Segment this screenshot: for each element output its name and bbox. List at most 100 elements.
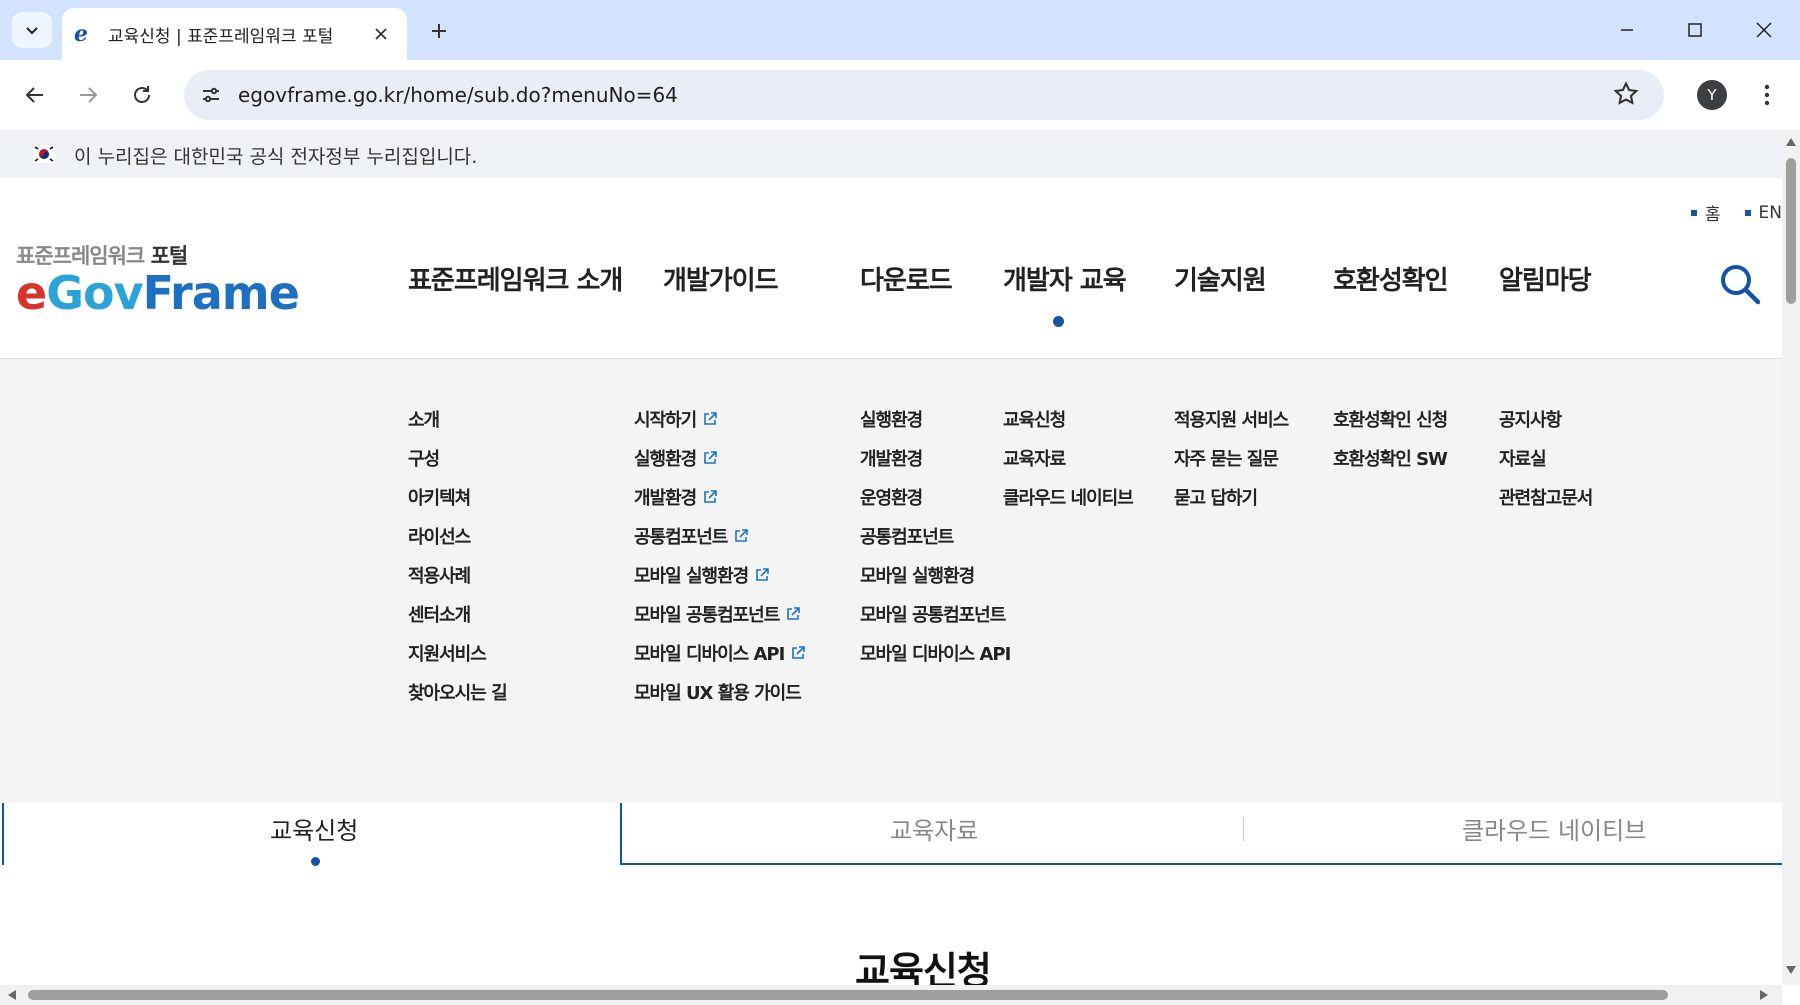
mega-link[interactable]: 실행환경 (634, 438, 806, 477)
browser-tab-active[interactable]: e 교육신청 | 표준프레임워크 포털 (62, 8, 407, 60)
new-tab-button[interactable] (422, 14, 456, 48)
mega-link[interactable]: 자료실 (1499, 438, 1592, 477)
star-icon (1613, 81, 1639, 105)
mega-col-intro: 소개구성아키텍쳐라이선스 적용사례센터소개지원서비스 찾아오시는 길 (408, 399, 508, 711)
close-window-button[interactable] (1741, 12, 1787, 48)
reload-button[interactable] (124, 77, 160, 113)
tab-edu-apply[interactable]: 교육신청 (2, 803, 622, 866)
english-link[interactable]: EN (1744, 200, 1782, 225)
home-link[interactable]: 홈 (1690, 200, 1721, 225)
mega-link-label: 센터소개 (408, 604, 471, 626)
profile-avatar[interactable]: Y (1697, 80, 1727, 110)
gnb-item-compat[interactable]: 호환성확인 (1333, 260, 1449, 297)
mega-link-label: 실행환경 (860, 409, 923, 431)
gnb-item-dev-guide[interactable]: 개발가이드 (663, 260, 779, 297)
mega-link[interactable]: 모바일 실행환경 (860, 555, 1010, 594)
tab-edu-apply-label: 교육신청 (270, 817, 359, 845)
mega-link[interactable]: 호환성확인 SW (1333, 438, 1448, 477)
arrow-right-icon (80, 87, 98, 103)
url-text[interactable]: egovframe.go.kr/home/sub.do?menuNo=64 (238, 83, 678, 107)
mega-link[interactable]: 모바일 디바이스 API (860, 633, 1011, 672)
mega-col-tech-support: 적용지원 서비스자주 묻는 질문 묻고 답하기 (1174, 399, 1289, 516)
chevron-down-icon (26, 27, 38, 35)
gnb-item-education[interactable]: 개발자 교육 (1003, 260, 1127, 297)
mega-link[interactable]: 구성 (408, 438, 507, 477)
close-tab-button[interactable] (369, 22, 393, 46)
mega-link[interactable]: 모바일 UX 활용 가이드 (634, 672, 806, 711)
mega-link[interactable]: 운영환경 (860, 477, 1010, 516)
close-icon (375, 28, 387, 40)
tab-edu-materials[interactable]: 교육자료 (890, 811, 978, 846)
mega-link[interactable]: 적용사례 (408, 555, 507, 594)
tab-title: 교육신청 | 표준프레임워크 포털 (108, 26, 334, 47)
mega-link[interactable]: 센터소개 (408, 594, 507, 633)
bookmark-button[interactable] (1612, 80, 1640, 112)
forward-button[interactable] (70, 77, 106, 113)
mega-link[interactable]: 지원서비스 (408, 633, 507, 672)
ie-favicon-icon: e (74, 21, 88, 47)
mega-link-label: 모바일 디바이스 API (634, 643, 785, 665)
browser-menu-button[interactable] (1752, 77, 1782, 113)
vertical-scroll-thumb[interactable] (1786, 158, 1796, 304)
tab-search-button[interactable] (12, 12, 52, 48)
mega-link[interactable]: 실행환경 (860, 399, 1010, 438)
tab-cloud-native[interactable]: 클라우드 네이티브 (1462, 811, 1646, 846)
arrow-left-icon (25, 87, 43, 103)
mega-link[interactable]: 적용지원 서비스 (1174, 399, 1289, 438)
mega-link[interactable]: 아키텍쳐 (408, 477, 507, 516)
mega-link[interactable]: 호환성확인 신청 (1333, 399, 1448, 438)
back-button[interactable] (17, 77, 53, 113)
mega-link-label: 모바일 공통컴포넌트 (634, 604, 780, 626)
mega-link[interactable]: 모바일 공통컴포넌트 (634, 594, 806, 633)
mega-link[interactable]: 모바일 공통컴포넌트 (860, 594, 1010, 633)
gnb-item-tech-support[interactable]: 기술지원 (1174, 260, 1267, 297)
maximize-button[interactable] (1672, 12, 1718, 48)
mega-link[interactable]: 개발환경 (860, 438, 1010, 477)
gnb-item-intro[interactable]: 표준프레임워크 소개 (408, 260, 623, 297)
mega-link[interactable]: 찾아오시는 길 (408, 672, 508, 711)
mega-link[interactable]: 공통컴포넌트 (634, 516, 806, 555)
gnb-item-notice[interactable]: 알림마당 (1499, 260, 1592, 297)
mega-link[interactable]: 소개 (408, 399, 507, 438)
mega-link[interactable]: 관련참고문서 (1499, 477, 1593, 516)
vertical-scrollbar[interactable] (1782, 130, 1800, 985)
page-viewport: 이 누리집은 대한민국 공식 전자정부 누리집입니다. 홈 EN 표준프레임워크… (0, 130, 1782, 985)
mega-link[interactable]: 공통컴포넌트 (860, 516, 1010, 555)
mega-link-label: 공통컴포넌트 (634, 526, 728, 548)
minimize-button[interactable] (1604, 12, 1650, 48)
mega-link[interactable]: 시작하기 (634, 399, 806, 438)
mega-link-label: 관련참고문서 (1499, 487, 1593, 509)
reload-icon (134, 86, 150, 103)
scroll-left-arrow-icon[interactable] (8, 990, 16, 1000)
mega-link[interactable]: 교육신청 (1003, 399, 1133, 438)
mega-link-label: 아키텍쳐 (408, 487, 471, 509)
mega-link[interactable]: 교육자료 (1003, 438, 1133, 477)
browser-toolbar: egovframe.go.kr/home/sub.do?menuNo=64 Y (0, 60, 1800, 130)
mega-link[interactable]: 묻고 답하기 (1174, 477, 1288, 516)
scroll-up-arrow-icon[interactable] (1786, 138, 1796, 146)
mega-link[interactable]: 공지사항 (1499, 399, 1592, 438)
bullet-square-icon (1690, 209, 1697, 216)
tune-icon (203, 87, 219, 103)
mega-link-label: 모바일 공통컴포넌트 (860, 604, 1006, 626)
scroll-right-arrow-icon[interactable] (1760, 990, 1768, 1000)
search-button[interactable] (1718, 262, 1762, 306)
external-link-icon (792, 645, 806, 659)
horizontal-scroll-thumb[interactable] (28, 990, 1668, 1000)
mega-link-label: 모바일 UX 활용 가이드 (634, 682, 802, 704)
mega-link[interactable]: 클라우드 네이티브 (1003, 477, 1134, 516)
mega-link-label: 구성 (408, 448, 440, 470)
site-logo[interactable]: 표준프레임워크 포털 eGovFrame (16, 240, 300, 320)
mega-link[interactable]: 모바일 실행환경 (634, 555, 806, 594)
mega-link-label: 적용지원 서비스 (1174, 409, 1289, 431)
horizontal-scrollbar[interactable] (0, 985, 1782, 1005)
mega-link[interactable]: 라이선스 (408, 516, 507, 555)
site-info-button[interactable] (194, 78, 228, 112)
mega-link[interactable]: 개발환경 (634, 477, 806, 516)
address-bar[interactable]: egovframe.go.kr/home/sub.do?menuNo=64 (184, 70, 1664, 120)
gnb-item-download[interactable]: 다운로드 (860, 260, 953, 297)
mega-link-label: 교육자료 (1003, 448, 1066, 470)
mega-link[interactable]: 모바일 디바이스 API (634, 633, 806, 672)
scroll-down-arrow-icon[interactable] (1786, 966, 1796, 974)
mega-link[interactable]: 자주 묻는 질문 (1174, 438, 1288, 477)
